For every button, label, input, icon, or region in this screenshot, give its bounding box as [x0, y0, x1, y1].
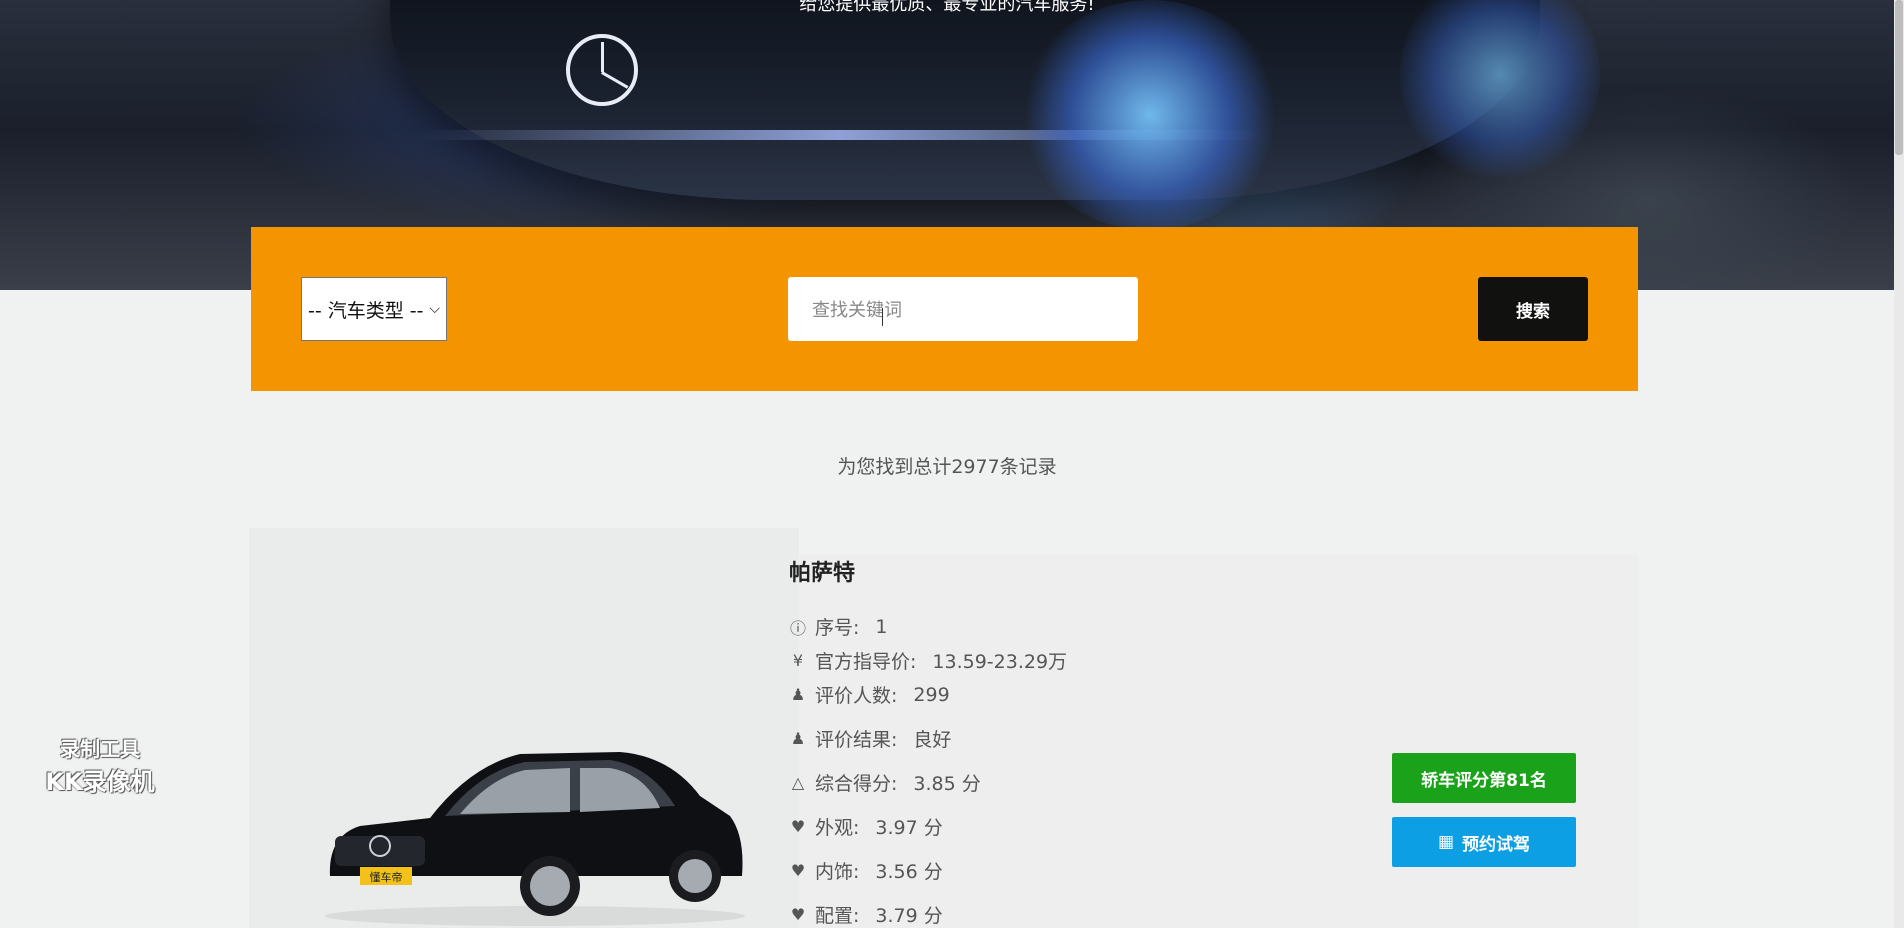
graduation-cap-icon: △ [791, 773, 805, 792]
info-label: 配置: [815, 905, 860, 927]
test-drive-label: 预约试驾 [1462, 834, 1531, 855]
car-type-select-value: -- 汽车类型 -- [308, 299, 424, 322]
calendar-icon: ▦ [1437, 832, 1455, 852]
user-icon: ♟ [790, 729, 806, 748]
car-brand-logo-icon [566, 34, 638, 106]
recorder-watermark: 录制工具 KK录像机 [30, 733, 170, 797]
chevron-down-icon: ⌵ [429, 301, 440, 317]
info-value: 1 [875, 615, 888, 638]
hero-subtitle: 给您提供最优质、最专业的汽车服务! [799, 0, 1095, 15]
info-value: 3.97 分 [875, 817, 943, 839]
info-icon: ⓘ [789, 618, 806, 638]
hero-car-image [390, 0, 1540, 200]
info-label: 外观: [815, 817, 860, 839]
info-label: 综合得分: [815, 773, 898, 795]
info-value: 3.85 分 [913, 773, 981, 795]
yen-icon: ¥ [792, 651, 804, 670]
scrollbar-thumb[interactable] [1895, 0, 1903, 155]
info-value: 良好 [913, 729, 952, 751]
watermark-line2: KK录像机 [45, 768, 155, 796]
car-name[interactable]: 帕萨特 [789, 555, 855, 587]
heart-icon: ♥ [790, 861, 806, 880]
rank-badge-button[interactable]: 轿车评分第81名 [1392, 753, 1576, 803]
search-button[interactable]: 搜索 [1478, 277, 1588, 341]
test-drive-button[interactable]: ▦ 预约试驾 [1392, 817, 1576, 867]
info-value: 3.56 分 [875, 861, 943, 883]
info-row-interior: ♥ 内饰: 3.56 分 [789, 857, 943, 884]
info-row-id: ⓘ 序号: 1 [789, 613, 888, 640]
info-label: 评价结果: [815, 729, 898, 751]
hero-car-wheel [1020, 0, 1280, 230]
heart-icon: ♥ [790, 817, 806, 836]
hero-car-wheel [1400, 0, 1600, 180]
user-icon: ♟ [790, 685, 806, 704]
info-label: 评价人数: [815, 685, 898, 707]
watermark-line1: 录制工具 [60, 737, 140, 761]
license-plate-text: 懂车帝 [370, 870, 403, 884]
info-row-reviewers: ♟ 评价人数: 299 [789, 681, 950, 708]
info-value: 13.59-23.29万 [932, 651, 1068, 673]
info-value: 299 [913, 683, 950, 706]
keyword-placeholder: 查找关键词 [812, 300, 902, 321]
info-value: 3.79 分 [875, 905, 943, 927]
info-row-exterior: ♥ 外观: 3.97 分 [789, 813, 943, 840]
result-count: 为您找到总计2977条记录 [837, 456, 1057, 478]
heart-icon: ♥ [790, 905, 806, 924]
text-cursor-icon [882, 308, 883, 326]
info-label: 序号: [815, 617, 860, 639]
info-row-score: △ 综合得分: 3.85 分 [789, 769, 981, 796]
car-type-select[interactable]: -- 汽车类型 -- ⌵ [301, 277, 447, 341]
car-photo[interactable]: 懂车帝 [320, 726, 750, 926]
info-row-price: ¥ 官方指导价: 13.59-23.29万 [789, 647, 1067, 674]
page-scrollbar[interactable] [1894, 0, 1904, 928]
info-label: 官方指导价: [815, 651, 917, 673]
keyword-search-input[interactable]: 查找关键词 [788, 277, 1138, 341]
info-row-config: ♥ 配置: 3.79 分 [789, 901, 943, 928]
info-row-result: ♟ 评价结果: 良好 [789, 725, 952, 752]
info-label: 内饰: [815, 861, 860, 883]
